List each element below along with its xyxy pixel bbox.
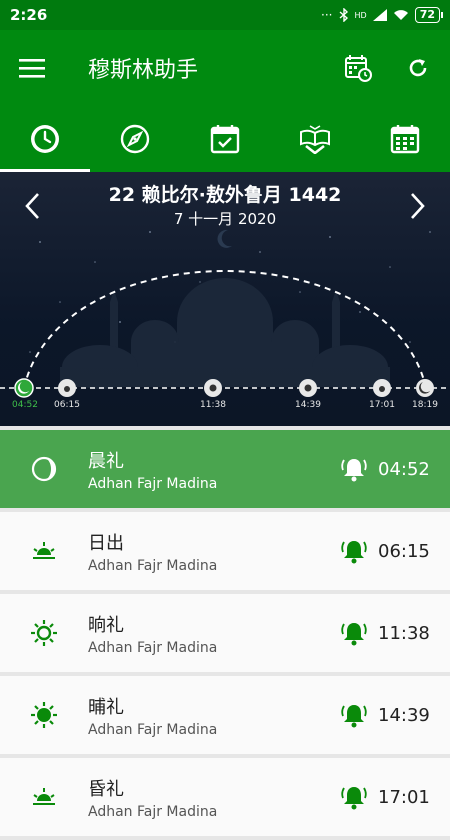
refresh-button[interactable] xyxy=(388,38,448,98)
tab-monthly-calendar[interactable] xyxy=(360,106,450,172)
tab-qibla[interactable] xyxy=(90,106,180,172)
tab-bar xyxy=(0,106,450,172)
bell-ringing-icon xyxy=(341,705,367,728)
quran-icon xyxy=(300,125,330,154)
adhan-sound: Adhan Fajr Madina xyxy=(88,803,218,820)
signal-icon xyxy=(372,9,387,21)
adhan-sound: Adhan Fajr Madina xyxy=(88,557,218,574)
day-timeline-panel: 22 赖比尔·敖外鲁月 1442 7 十一月 2020 04:52 06:15 … xyxy=(0,172,450,426)
wifi-icon xyxy=(393,10,408,20)
prayer-time: 04:52 xyxy=(378,458,430,480)
clock-icon xyxy=(31,125,59,153)
bell-ringing-icon xyxy=(341,787,367,810)
prayer-row-asr[interactable]: 晡礼 Adhan Fajr Madina 14:39 xyxy=(0,676,450,754)
gregorian-date: 7 十一月 2020 xyxy=(173,210,277,228)
prayer-name: 日出 xyxy=(88,532,124,554)
prayer-time: 11:38 xyxy=(378,622,430,644)
timeline-label: 04:52 xyxy=(12,400,38,410)
sun-filled-icon xyxy=(31,702,57,728)
prayer-row-dhuhr[interactable]: 晌礼 Adhan Fajr Madina 11:38 xyxy=(0,594,450,672)
alarm-toggle[interactable] xyxy=(332,456,376,482)
app-title: 穆斯林助手 xyxy=(88,58,199,83)
calendar-clock-icon xyxy=(345,55,372,82)
tab-quran[interactable] xyxy=(270,106,360,172)
prayer-row-maghrib[interactable]: 昏礼 Adhan Fajr Madina 17:01 xyxy=(0,758,450,836)
timeline-label: 17:01 xyxy=(369,400,395,410)
status-bar: 2:26 ··· HD 72 xyxy=(0,0,450,30)
tab-calendar[interactable] xyxy=(180,106,270,172)
mosque-silhouette xyxy=(60,278,390,389)
prayer-name: 晌礼 xyxy=(88,614,124,636)
alarm-toggle[interactable] xyxy=(332,620,376,646)
timeline-label: 06:15 xyxy=(54,400,80,410)
adhan-sound: Adhan Fajr Madina xyxy=(88,721,218,738)
prayer-row-fajr[interactable]: 晨礼 Adhan Fajr Madina 04:52 xyxy=(0,430,450,508)
timeline-label: 18:19 xyxy=(412,400,438,410)
prayer-time: 14:39 xyxy=(378,704,430,726)
sunrise-icon xyxy=(33,542,55,559)
sunset-icon xyxy=(33,788,55,805)
menu-button[interactable] xyxy=(2,38,62,98)
timeline-label: 14:39 xyxy=(295,400,321,410)
menu-icon xyxy=(19,59,45,78)
prayer-row-sunrise[interactable]: 日出 Adhan Fajr Madina 06:15 xyxy=(0,512,450,590)
status-icons: ··· HD 72 xyxy=(321,7,444,23)
alarm-toggle[interactable] xyxy=(332,784,376,810)
sun-outline-icon xyxy=(31,620,57,646)
alarm-toggle[interactable] xyxy=(332,538,376,564)
app-bar: 穆斯林助手 xyxy=(0,30,450,106)
refresh-icon xyxy=(409,59,427,77)
calendar-grid-icon xyxy=(390,125,420,154)
calendar-settings-button[interactable] xyxy=(328,38,388,98)
bell-ringing-icon xyxy=(341,623,367,646)
alarm-toggle[interactable] xyxy=(332,702,376,728)
bell-ringing-icon xyxy=(341,459,367,482)
timeline-label: 11:38 xyxy=(200,400,226,410)
status-time: 2:26 xyxy=(10,6,48,24)
calendar-check-icon xyxy=(210,125,240,154)
battery-indicator: 72 xyxy=(414,7,444,23)
adhan-sound: Adhan Fajr Madina xyxy=(88,475,218,492)
compass-icon xyxy=(120,124,150,154)
prayer-name: 晨礼 xyxy=(88,450,124,472)
adhan-sound: Adhan Fajr Madina xyxy=(88,639,218,656)
moon-icon xyxy=(31,456,57,482)
bell-ringing-icon xyxy=(341,541,367,564)
prayer-time: 06:15 xyxy=(378,540,430,562)
prayer-list: 晨礼 Adhan Fajr Madina 04:52 日出 Adhan Fajr… xyxy=(0,430,450,840)
signal-label: HD xyxy=(354,10,367,20)
more-icon: ··· xyxy=(321,8,333,22)
hijri-date: 22 赖比尔·敖外鲁月 1442 xyxy=(108,184,342,206)
prayer-name: 昏礼 xyxy=(88,778,124,800)
prayer-time: 17:01 xyxy=(378,786,430,808)
bluetooth-icon xyxy=(339,8,348,22)
prayer-name: 晡礼 xyxy=(88,696,124,718)
tab-prayer-times[interactable] xyxy=(0,106,90,172)
